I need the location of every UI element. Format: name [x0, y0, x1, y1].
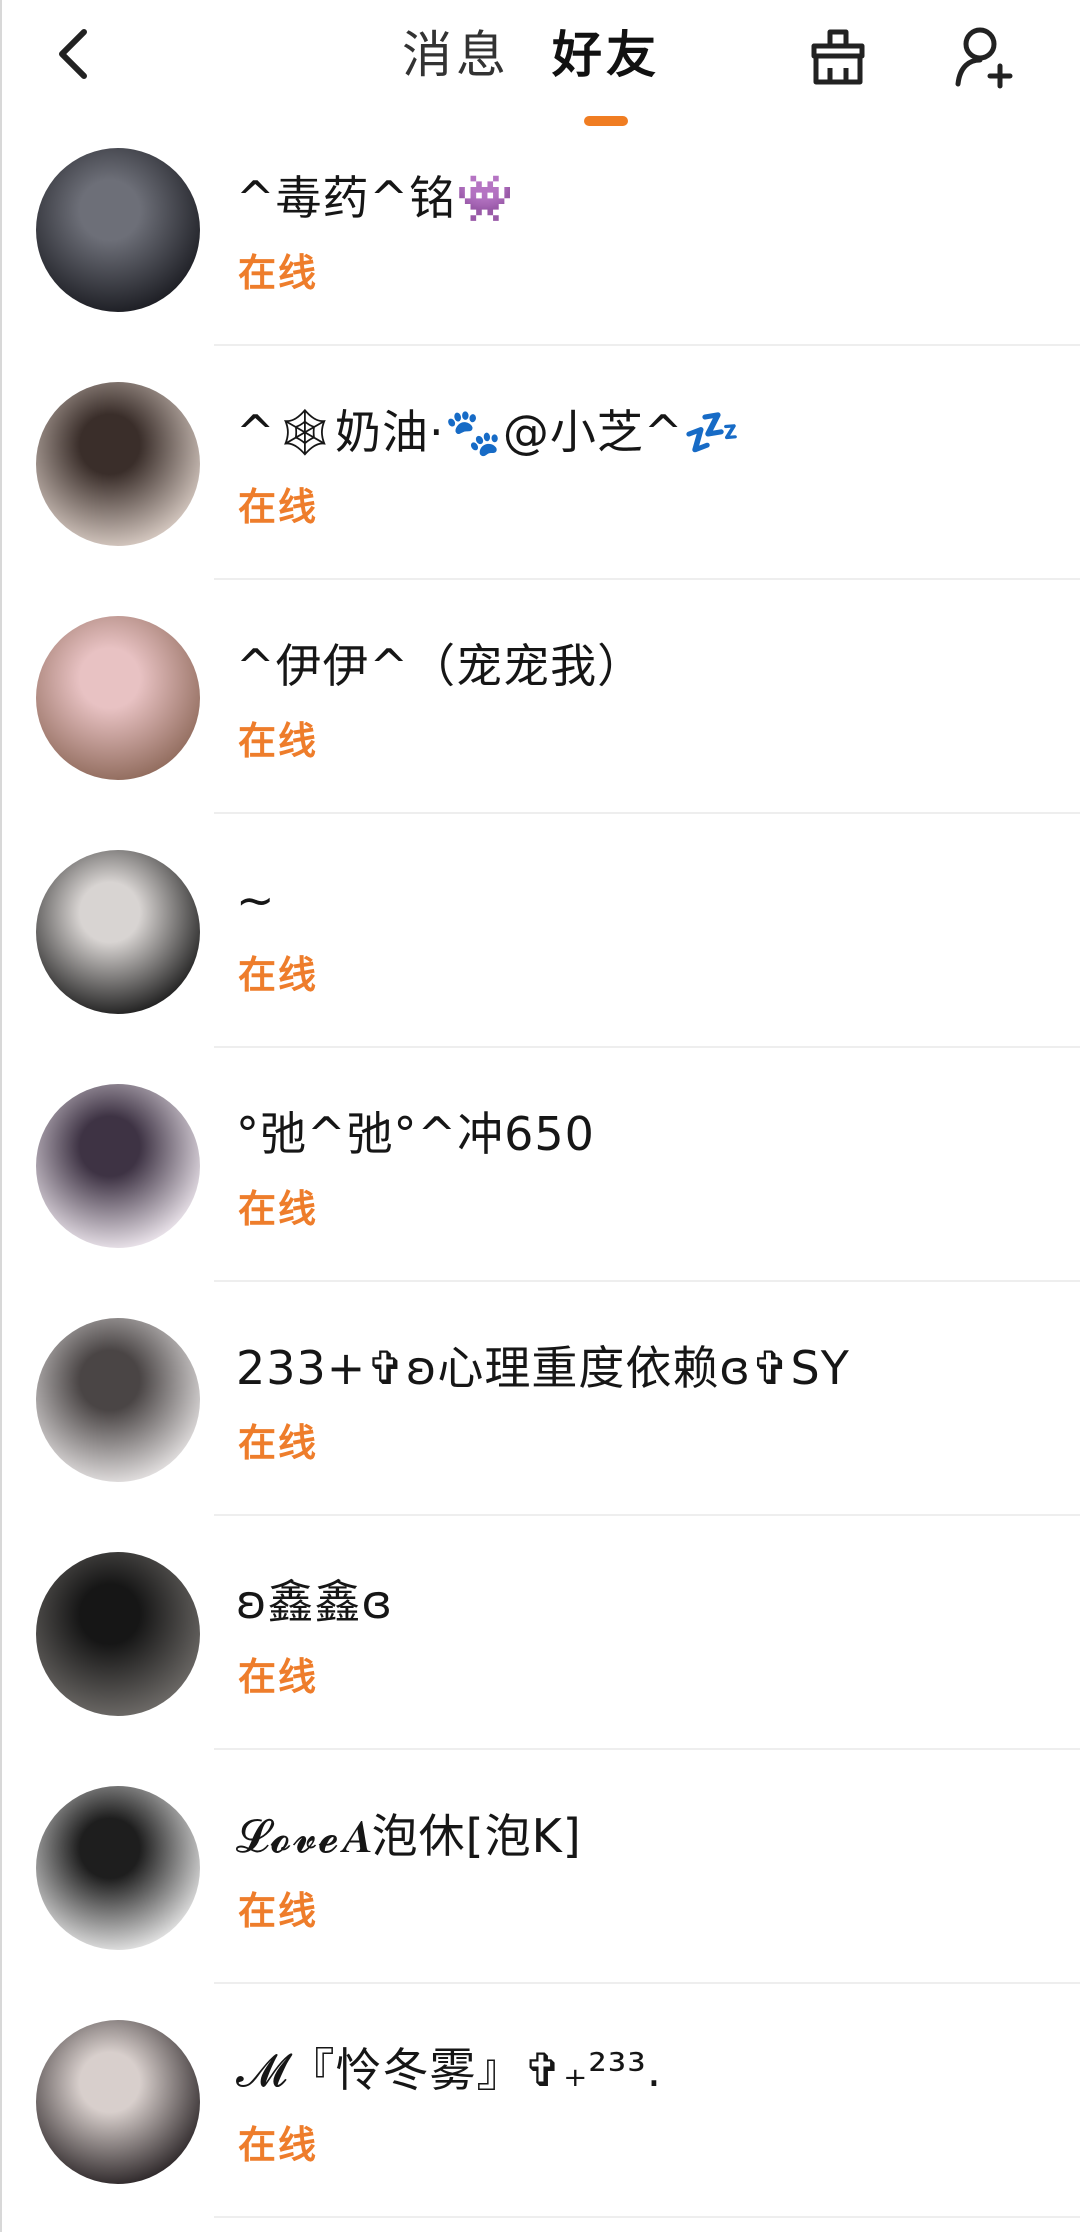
- friend-avatar[interactable]: [36, 850, 200, 1014]
- friend-name: °弛^弛°^冲650: [236, 1107, 595, 1161]
- row-divider: [214, 2216, 1080, 2218]
- row-divider: [214, 1046, 1080, 1048]
- add-friend-icon: [955, 27, 1013, 89]
- online-status: 在线: [238, 1187, 319, 1231]
- friend-avatar[interactable]: [36, 616, 200, 780]
- tab-bar: 消息 好友: [402, 20, 660, 130]
- row-divider: [214, 1748, 1080, 1750]
- friend-row[interactable]: ~ 在线: [2, 842, 1080, 1076]
- clean-button[interactable]: [802, 22, 874, 94]
- online-status: 在线: [238, 2123, 319, 2167]
- friend-name: ^伊伊^（宠宠我）: [236, 639, 645, 693]
- row-divider: [214, 344, 1080, 346]
- friend-avatar[interactable]: [36, 1786, 200, 1950]
- friend-name: 𝓛𝓸𝓿𝓮𝑨泡休[泡K]: [236, 1809, 582, 1863]
- friend-avatar[interactable]: [36, 1084, 200, 1248]
- row-divider: [214, 1982, 1080, 1984]
- friend-name: ʚ鑫鑫ɞ: [236, 1575, 394, 1629]
- friend-avatar[interactable]: [36, 1318, 200, 1482]
- online-status: 在线: [238, 1421, 319, 1465]
- friend-row[interactable]: 233+✞ʚ心理重度依赖ɞ✞SY 在线: [2, 1310, 1080, 1544]
- friend-avatar[interactable]: [36, 2020, 200, 2184]
- friend-row[interactable]: ^🕸奶油·🐾@小芝^💤 在线: [2, 374, 1080, 608]
- friend-name: ~: [236, 873, 276, 927]
- row-divider: [214, 578, 1080, 580]
- online-status: 在线: [238, 251, 319, 295]
- tab-messages[interactable]: 消息: [402, 20, 510, 130]
- friend-row[interactable]: ^伊伊^（宠宠我） 在线: [2, 608, 1080, 842]
- top-bar: 消息 好友: [2, 0, 1080, 140]
- friend-name: ^🕸奶油·🐾@小芝^💤: [236, 405, 742, 459]
- row-divider: [214, 1514, 1080, 1516]
- row-divider: [214, 1280, 1080, 1282]
- back-arrow-icon: [59, 29, 87, 79]
- tab-friends-label: 好友: [552, 26, 660, 84]
- friend-avatar[interactable]: [36, 1552, 200, 1716]
- online-status: 在线: [238, 1655, 319, 1699]
- friend-row[interactable]: ʚ鑫鑫ɞ 在线: [2, 1544, 1080, 1778]
- friend-name: 𝓜『怜冬雾』✞₊²³³.: [236, 2043, 663, 2097]
- friend-list: ^毒药^铭👾 在线 ^🕸奶油·🐾@小芝^💤 在线 ^伊伊^（宠宠我） 在线 ~ 在线 °弛^弛°…: [2, 140, 1080, 2232]
- row-divider: [214, 812, 1080, 814]
- online-status: 在线: [238, 485, 319, 529]
- friend-avatar[interactable]: [36, 148, 200, 312]
- broom-icon: [811, 29, 865, 85]
- friends-page: 消息 好友 ^毒药^铭👾在线^�: [0, 0, 1080, 2232]
- friend-name: ^毒药^铭👾: [236, 171, 515, 225]
- tab-messages-label: 消息: [402, 26, 510, 84]
- friend-row[interactable]: 𝓜『怜冬雾』✞₊²³³. 在线: [2, 2012, 1080, 2232]
- online-status: 在线: [238, 1889, 319, 1933]
- online-status: 在线: [238, 953, 319, 997]
- tab-friends[interactable]: 好友: [552, 20, 660, 130]
- friend-name: 233+✞ʚ心理重度依赖ɞ✞SY: [236, 1341, 850, 1395]
- active-tab-indicator: [584, 116, 628, 126]
- add-friend-button[interactable]: [950, 22, 1022, 94]
- friend-row[interactable]: ^毒药^铭👾 在线: [2, 140, 1080, 374]
- friend-row[interactable]: 𝓛𝓸𝓿𝓮𝑨泡休[泡K] 在线: [2, 1778, 1080, 2012]
- back-button[interactable]: [42, 22, 106, 86]
- online-status: 在线: [238, 719, 319, 763]
- friend-row[interactable]: °弛^弛°^冲650 在线: [2, 1076, 1080, 1310]
- friend-avatar[interactable]: [36, 382, 200, 546]
